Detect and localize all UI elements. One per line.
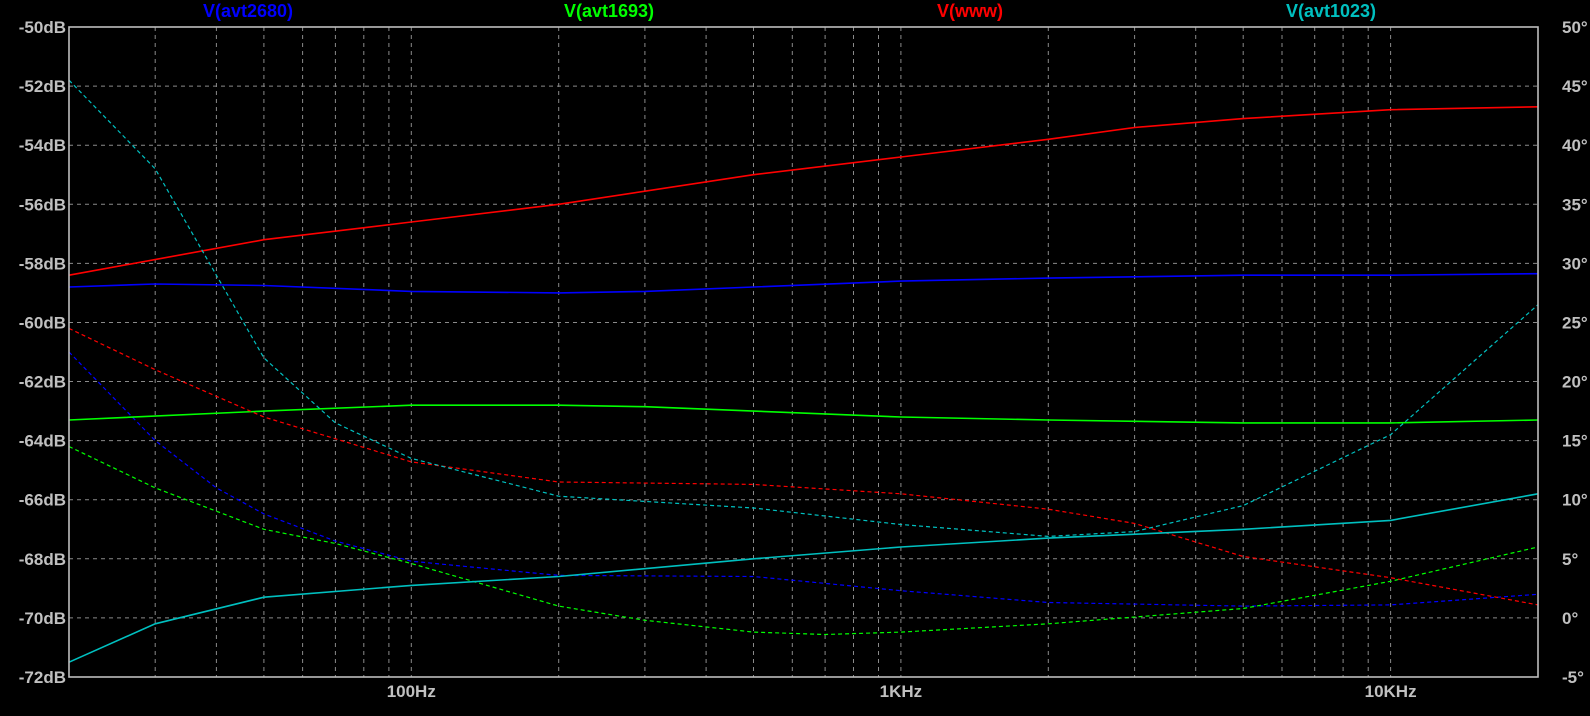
y-right-tick-label: 45° [1562, 77, 1588, 96]
y-right-tick-label: 30° [1562, 254, 1588, 273]
y-right-tick-label: 35° [1562, 195, 1588, 214]
y-left-tick-label: -52dB [19, 77, 66, 96]
y-right-tick-label: 20° [1562, 373, 1588, 392]
y-left-tick-label: -68dB [19, 550, 66, 569]
y-left-tick-label: -72dB [19, 668, 66, 687]
y-right-tick-label: -5° [1562, 668, 1584, 687]
legend-entry-0: V(avt2680) [203, 1, 293, 21]
x-tick-label: 1KHz [880, 682, 923, 701]
y-right-tick-label: 50° [1562, 18, 1588, 37]
x-tick-label: 10KHz [1365, 682, 1417, 701]
legend-entry-3: V(avt1023) [1286, 1, 1376, 21]
y-left-tick-label: -70dB [19, 609, 66, 628]
legend-entry-2: V(www) [937, 1, 1003, 21]
y-left-tick-label: -56dB [19, 195, 66, 214]
y-left-tick-label: -60dB [19, 313, 66, 332]
y-left-tick-label: -66dB [19, 491, 66, 510]
plot-background [0, 0, 1590, 716]
y-right-tick-label: 15° [1562, 432, 1588, 451]
y-right-tick-label: 40° [1562, 136, 1588, 155]
y-left-tick-label: -62dB [19, 373, 66, 392]
y-right-tick-label: 10° [1562, 491, 1588, 510]
y-left-tick-label: -64dB [19, 432, 66, 451]
y-left-tick-label: -50dB [19, 18, 66, 37]
y-left-tick-label: -58dB [19, 254, 66, 273]
y-right-tick-label: 0° [1562, 609, 1578, 628]
legend-entry-1: V(avt1693) [564, 1, 654, 21]
y-right-tick-label: 5° [1562, 550, 1578, 569]
bode-plot: -50dB -52dB -54dB -56dB -58dB -60dB -62dB -64dB… [0, 0, 1590, 716]
y-right-tick-label: 25° [1562, 313, 1588, 332]
x-tick-label: 100Hz [387, 682, 436, 701]
y-left-tick-label: -54dB [19, 136, 66, 155]
